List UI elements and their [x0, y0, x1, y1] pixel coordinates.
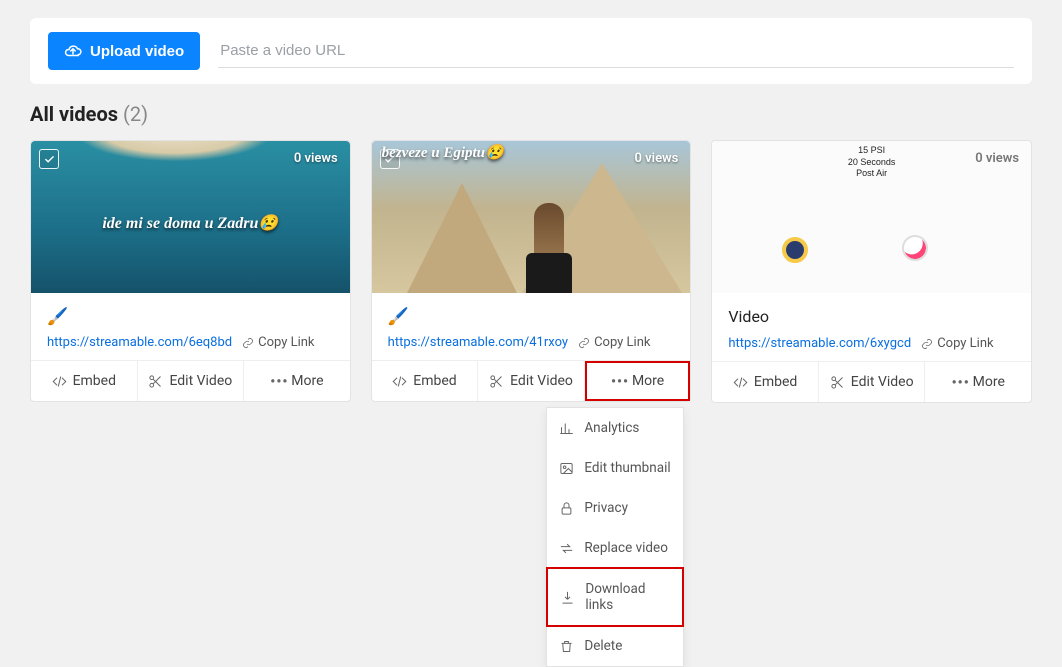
scissors-icon	[148, 374, 163, 389]
image-icon	[559, 461, 574, 476]
edit-video-button[interactable]: Edit Video	[138, 361, 245, 401]
link-icon	[921, 338, 933, 350]
processing-icon: 🖌️	[388, 307, 409, 327]
dropdown-analytics[interactable]: Analytics	[547, 408, 683, 448]
dots-icon: •••	[952, 375, 967, 390]
embed-button[interactable]: Embed	[31, 361, 138, 401]
video-card: 0 views bezveze u Egiptu😢 🖌️ https://str…	[371, 140, 692, 402]
dropdown-download-links[interactable]: Download links	[546, 567, 684, 627]
views-badge: 0 views	[975, 151, 1019, 166]
page-title: All videos (2)	[30, 102, 1032, 126]
paste-url-input[interactable]	[218, 34, 1014, 68]
views-badge: 0 views	[294, 151, 338, 166]
video-count: (2)	[123, 102, 148, 126]
link-icon	[242, 337, 254, 349]
dots-icon: •••	[611, 374, 626, 389]
embed-button[interactable]: Embed	[712, 362, 819, 402]
video-thumbnail[interactable]: 15 PSI 20 Seconds Post Air 0 views	[712, 141, 1031, 293]
video-url-link[interactable]: https://streamable.com/6eq8bd	[47, 335, 232, 350]
thumbnail-overlay-text: 15 PSI 20 Seconds Post Air	[848, 145, 896, 180]
upload-video-button[interactable]: Upload video	[48, 32, 200, 70]
video-grid: 0 views ide mi se doma u Zadru😢 🖌️ https…	[0, 140, 1062, 403]
more-button[interactable]: ••• More	[244, 361, 350, 401]
edit-video-button[interactable]: Edit Video	[819, 362, 926, 402]
video-title: Video	[728, 307, 1015, 326]
copy-link-button[interactable]: Copy Link	[578, 335, 650, 350]
video-thumbnail[interactable]: 0 views bezveze u Egiptu😢	[372, 141, 691, 293]
processing-icon: 🖌️	[47, 307, 68, 327]
cloud-upload-icon	[64, 42, 82, 60]
trash-icon	[559, 639, 574, 654]
more-button[interactable]: ••• More	[925, 362, 1031, 402]
scissors-icon	[830, 375, 845, 390]
edit-video-button[interactable]: Edit Video	[478, 361, 585, 401]
dropdown-replace-video[interactable]: Replace video	[547, 528, 683, 568]
page-title-text: All videos	[30, 102, 118, 126]
code-icon	[52, 374, 67, 389]
video-card: 15 PSI 20 Seconds Post Air 0 views Video…	[711, 140, 1032, 403]
code-icon	[392, 374, 407, 389]
scissors-icon	[489, 374, 504, 389]
more-dropdown: Analytics Edit thumbnail Privacy Replace…	[546, 407, 684, 667]
download-icon	[560, 590, 575, 605]
video-url-link[interactable]: https://streamable.com/6xygcd	[728, 336, 911, 351]
gauge-icon	[900, 233, 930, 263]
thumbnail-caption: ide mi se doma u Zadru😢	[31, 213, 350, 233]
swap-icon	[559, 541, 574, 556]
gauge-icon	[782, 237, 808, 263]
thumbnail-caption: bezveze u Egiptu😢	[382, 143, 691, 162]
dropdown-privacy[interactable]: Privacy	[547, 488, 683, 528]
video-thumbnail[interactable]: 0 views ide mi se doma u Zadru😢	[31, 141, 350, 293]
upload-video-label: Upload video	[90, 43, 184, 60]
dots-icon: •••	[270, 374, 285, 389]
dropdown-delete[interactable]: Delete	[547, 626, 683, 666]
embed-button[interactable]: Embed	[372, 361, 479, 401]
dropdown-edit-thumbnail[interactable]: Edit thumbnail	[547, 448, 683, 488]
video-url-link[interactable]: https://streamable.com/41rxoy	[388, 335, 568, 350]
video-card: 0 views ide mi se doma u Zadru😢 🖌️ https…	[30, 140, 351, 402]
copy-link-button[interactable]: Copy Link	[921, 336, 993, 351]
analytics-icon	[559, 421, 574, 436]
more-button[interactable]: ••• More	[585, 361, 691, 401]
code-icon	[733, 375, 748, 390]
top-bar: Upload video	[30, 18, 1032, 84]
link-icon	[578, 337, 590, 349]
select-checkbox[interactable]	[39, 149, 59, 169]
lock-icon	[559, 501, 574, 516]
copy-link-button[interactable]: Copy Link	[242, 335, 314, 350]
